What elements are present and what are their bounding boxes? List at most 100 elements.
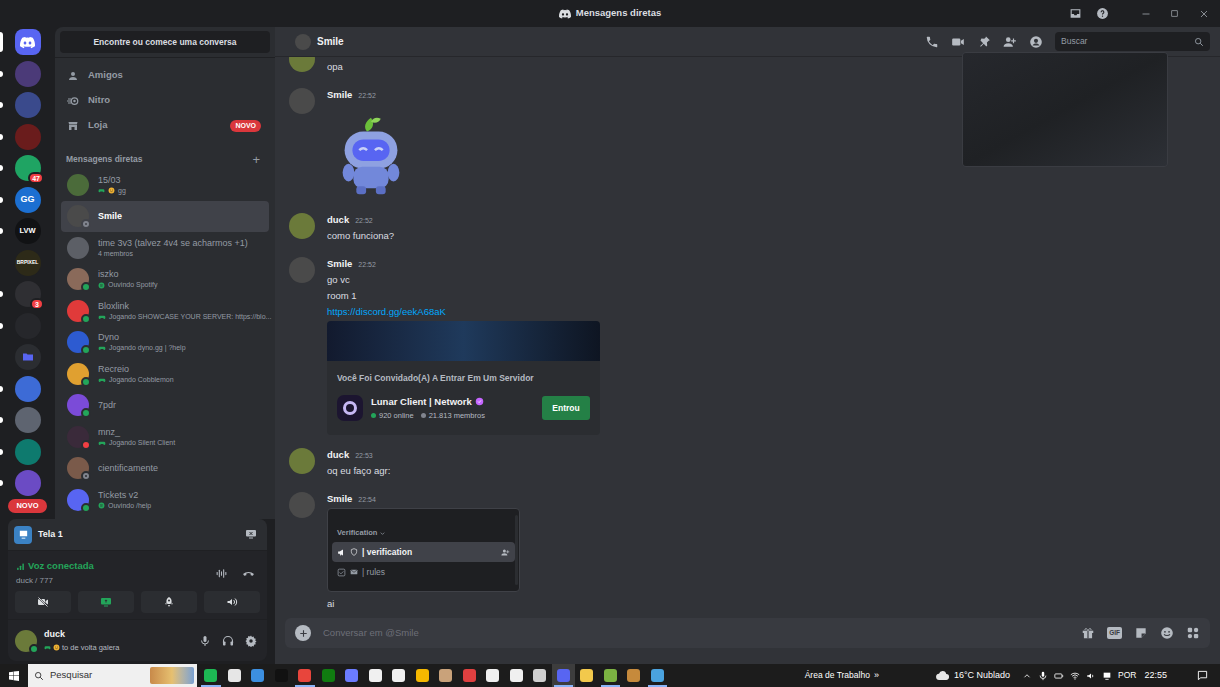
taskbar-app[interactable] [364, 664, 388, 687]
battery-icon[interactable] [1054, 671, 1064, 681]
author-name[interactable]: duck [327, 447, 349, 463]
image-attachment[interactable]: Verification| verification| rules [327, 508, 520, 592]
create-dm-button[interactable]: + [252, 153, 260, 166]
maximize-button[interactable] [1160, 0, 1189, 27]
server-item[interactable] [0, 376, 55, 402]
search-box[interactable] [1055, 32, 1210, 51]
sticker-icon[interactable] [1134, 626, 1148, 640]
nav-item[interactable]: Amigos [61, 63, 269, 88]
search-input[interactable] [1061, 35, 1190, 48]
gift-icon[interactable] [1081, 626, 1095, 640]
author-name[interactable]: Smile [327, 256, 352, 272]
server-item[interactable] [0, 124, 55, 150]
server-item[interactable]: BRPIXEL [0, 250, 55, 276]
mic-icon[interactable] [199, 635, 211, 647]
taskbar-app[interactable] [481, 664, 505, 687]
taskbar-app[interactable] [270, 664, 294, 687]
add-member-icon[interactable] [1003, 35, 1017, 49]
taskbar-app[interactable] [246, 664, 270, 687]
invite-server-name[interactable]: Lunar Client | Network [371, 395, 472, 409]
caret-up-icon[interactable] [1022, 671, 1032, 681]
author-avatar[interactable] [289, 257, 315, 283]
start-button[interactable] [0, 664, 28, 687]
phone-icon[interactable] [925, 35, 939, 49]
author-avatar[interactable] [289, 448, 315, 474]
disconnect-icon[interactable] [242, 567, 255, 580]
stop-stream-button[interactable] [245, 523, 257, 547]
server-item[interactable] [0, 92, 55, 118]
taskbar-app[interactable] [622, 664, 646, 687]
emoji-icon[interactable] [1160, 626, 1174, 640]
stream-row[interactable]: Tela 1 [8, 519, 267, 551]
dm-item[interactable]: iszkoOuvindo Spotify [61, 264, 269, 296]
author-avatar[interactable] [289, 492, 315, 518]
server-item[interactable] [0, 439, 55, 465]
dm-item[interactable]: 7pdr [61, 390, 269, 422]
taskbar-search[interactable]: Pesquisar [28, 664, 197, 687]
apps-icon[interactable] [1186, 626, 1200, 640]
gear-icon[interactable] [245, 635, 257, 647]
message-link[interactable]: https://discord.gg/eekA68aK [327, 304, 446, 320]
taskbar-app[interactable] [528, 664, 552, 687]
author-name[interactable]: duck [327, 212, 349, 228]
taskbar-app[interactable] [458, 664, 482, 687]
voice-channel[interactable]: duck / 777 [16, 575, 215, 587]
author-name[interactable]: Smile [327, 87, 352, 103]
joined-button[interactable]: Entrou [542, 396, 590, 420]
user-avatar[interactable] [15, 630, 37, 652]
server-item[interactable] [0, 313, 55, 339]
server-item[interactable] [0, 61, 55, 87]
server-item[interactable]: 47 [0, 155, 55, 181]
dm-item[interactable]: BloxlinkJogando SHOWCASE YOUR SERVER: ht… [61, 295, 269, 327]
dm-item[interactable]: cientificamente [61, 453, 269, 485]
volume-icon[interactable] [1086, 671, 1096, 681]
screen-button[interactable] [78, 591, 134, 613]
dm-item[interactable]: DynoJogando dyno.gg | ?help [61, 327, 269, 359]
author-avatar[interactable] [289, 213, 315, 239]
taskbar-app[interactable] [199, 664, 223, 687]
soundboard-button[interactable] [204, 591, 260, 613]
wifi-icon[interactable] [1070, 671, 1080, 681]
nav-item[interactable]: LojaNOVO [61, 113, 269, 138]
minimize-button[interactable] [1131, 0, 1160, 27]
language[interactable]: POR [1118, 669, 1136, 682]
dm-item[interactable]: Tickets v2Ouvindo /help [61, 484, 269, 516]
taskbar-app[interactable] [575, 664, 599, 687]
taskbar-app[interactable] [411, 664, 435, 687]
close-button[interactable] [1189, 0, 1218, 27]
author-name[interactable]: Smile [327, 491, 352, 507]
server-item[interactable]: LVW [0, 218, 55, 244]
author-avatar[interactable] [289, 57, 315, 72]
inbox-icon[interactable] [1069, 7, 1082, 20]
taskbar-app[interactable] [434, 664, 458, 687]
desktop-toolbar[interactable]: Área de Trabalho [805, 669, 870, 682]
taskbar-app[interactable] [505, 664, 529, 687]
server-item[interactable] [0, 407, 55, 433]
mic-icon[interactable] [1038, 671, 1048, 681]
taskbar-app[interactable] [340, 664, 364, 687]
taskbar-app[interactable] [223, 664, 247, 687]
activities-button[interactable] [141, 591, 197, 613]
server-item[interactable]: GG [0, 187, 55, 213]
sticker[interactable] [327, 112, 415, 200]
taskbar-app[interactable] [293, 664, 317, 687]
taskbar-app[interactable] [552, 664, 576, 687]
notification-icon[interactable] [1197, 670, 1208, 681]
find-conversation-button[interactable]: Encontre ou comece uma conversa [60, 31, 270, 53]
video-icon[interactable] [951, 35, 965, 49]
nav-item[interactable]: Nitro [61, 88, 269, 113]
taskbar-app[interactable] [646, 664, 670, 687]
server-item[interactable] [0, 29, 55, 55]
clock[interactable]: 22:55 [1144, 669, 1167, 683]
dm-item[interactable]: mnz_Jogando Silent Client [61, 421, 269, 453]
dm-item[interactable]: RecreioJogando Cobblemon [61, 358, 269, 390]
server-item[interactable] [0, 344, 55, 370]
taskbar-app[interactable] [387, 664, 411, 687]
gif-button[interactable]: GIF [1107, 627, 1122, 639]
stream-preview[interactable] [962, 52, 1168, 167]
attach-button[interactable] [295, 625, 311, 641]
toolbar-chevron[interactable]: » [874, 669, 879, 683]
server-item[interactable]: 3 [0, 281, 55, 307]
camera-button[interactable] [15, 591, 71, 613]
pin-icon[interactable] [977, 35, 991, 49]
